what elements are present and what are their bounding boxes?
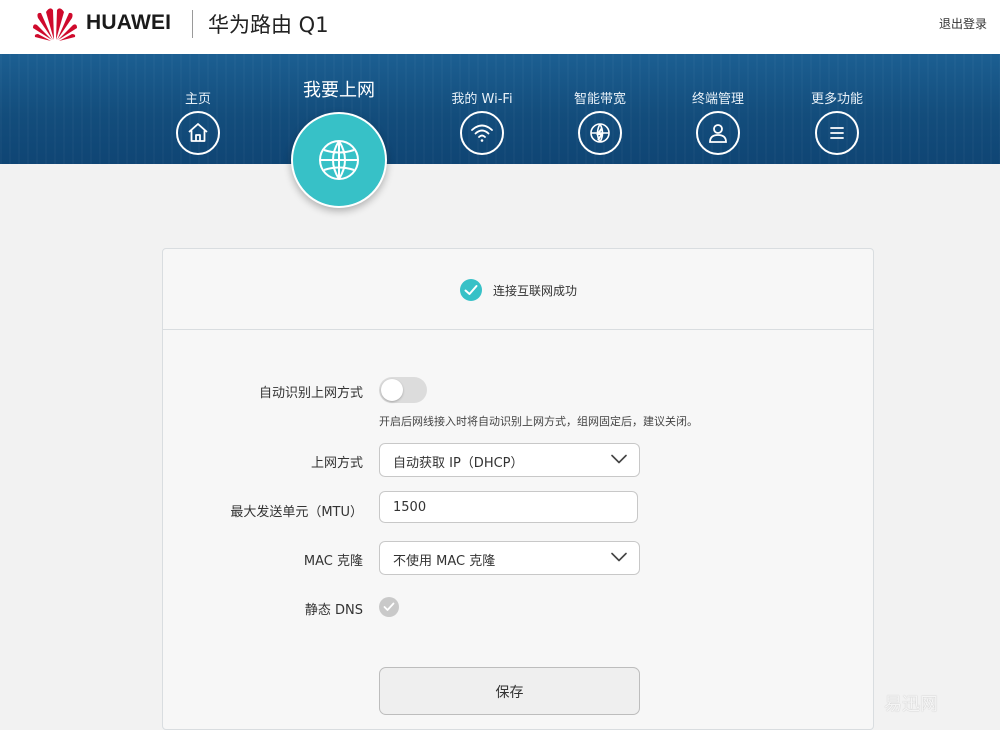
static-dns-label: 静态 DNS	[304, 603, 363, 618]
brand-name: HUAWEI	[86, 11, 172, 34]
wan-mode-value: 自动获取 IP（DHCP）	[393, 456, 524, 471]
mtu-label: 最大发送单元（MTU）	[230, 505, 363, 520]
chevron-down-icon	[611, 454, 627, 464]
watermark: 易迅网	[884, 694, 938, 715]
check-icon	[460, 279, 482, 301]
auto-detect-toggle[interactable]	[379, 377, 427, 403]
chevron-down-icon	[611, 552, 627, 562]
nav-item-devices[interactable]: 终端管理	[668, 54, 768, 164]
nav-item-bandwidth[interactable]: 智能带宽	[550, 54, 650, 164]
connection-status: 连接互联网成功	[163, 249, 873, 330]
main-nav: 主页 我的 Wi-Fi 智能带宽 终端管理 更多功能	[0, 54, 1000, 164]
top-header: HUAWEI 华为路由 Q1 退出登录	[0, 0, 1000, 54]
bandwidth-icon	[578, 111, 622, 155]
nav-item-internet[interactable]: 我要上网	[289, 54, 389, 214]
save-button-label: 保存	[495, 685, 524, 701]
menu-icon	[815, 111, 859, 155]
nav-item-more[interactable]: 更多功能	[787, 54, 887, 164]
home-icon	[176, 111, 220, 155]
static-dns-checkbox[interactable]	[379, 597, 399, 617]
mac-clone-label: MAC 克隆	[303, 554, 363, 569]
nav-item-label: 主页	[184, 92, 211, 107]
mtu-input[interactable]	[379, 491, 638, 523]
wan-mode-label: 上网方式	[310, 456, 363, 471]
huawei-logo-icon	[33, 8, 77, 41]
save-button[interactable]: 保存	[379, 667, 640, 715]
nav-item-label: 更多功能	[810, 92, 863, 107]
toggle-knob	[381, 379, 403, 401]
nav-item-home[interactable]: 主页	[148, 54, 248, 164]
product-title: 华为路由 Q1	[208, 13, 329, 37]
logout-link[interactable]: 退出登录	[939, 15, 987, 32]
nav-item-label: 智能带宽	[573, 92, 626, 107]
header-divider	[192, 10, 193, 38]
auto-detect-hint: 开启后网线接入时将自动识别上网方式，组网固定后，建议关闭。	[379, 415, 698, 428]
mac-clone-value: 不使用 MAC 克隆	[393, 554, 496, 569]
mac-clone-select[interactable]: 不使用 MAC 克隆	[379, 541, 640, 575]
nav-item-wifi[interactable]: 我的 Wi-Fi	[432, 54, 532, 164]
nav-item-label: 终端管理	[691, 92, 744, 107]
globe-icon	[291, 112, 387, 208]
auto-detect-label: 自动识别上网方式	[258, 386, 363, 401]
wifi-icon	[460, 111, 504, 155]
internet-settings-card: 连接互联网成功 自动识别上网方式 开启后网线接入时将自动识别上网方式，组网固定后…	[162, 248, 874, 730]
nav-item-label: 我的 Wi-Fi	[451, 92, 513, 107]
status-text: 连接互联网成功	[493, 284, 578, 298]
nav-item-label: 我要上网	[303, 80, 375, 101]
user-icon	[696, 111, 740, 155]
wan-mode-select[interactable]: 自动获取 IP（DHCP）	[379, 443, 640, 477]
check-icon	[383, 602, 395, 611]
